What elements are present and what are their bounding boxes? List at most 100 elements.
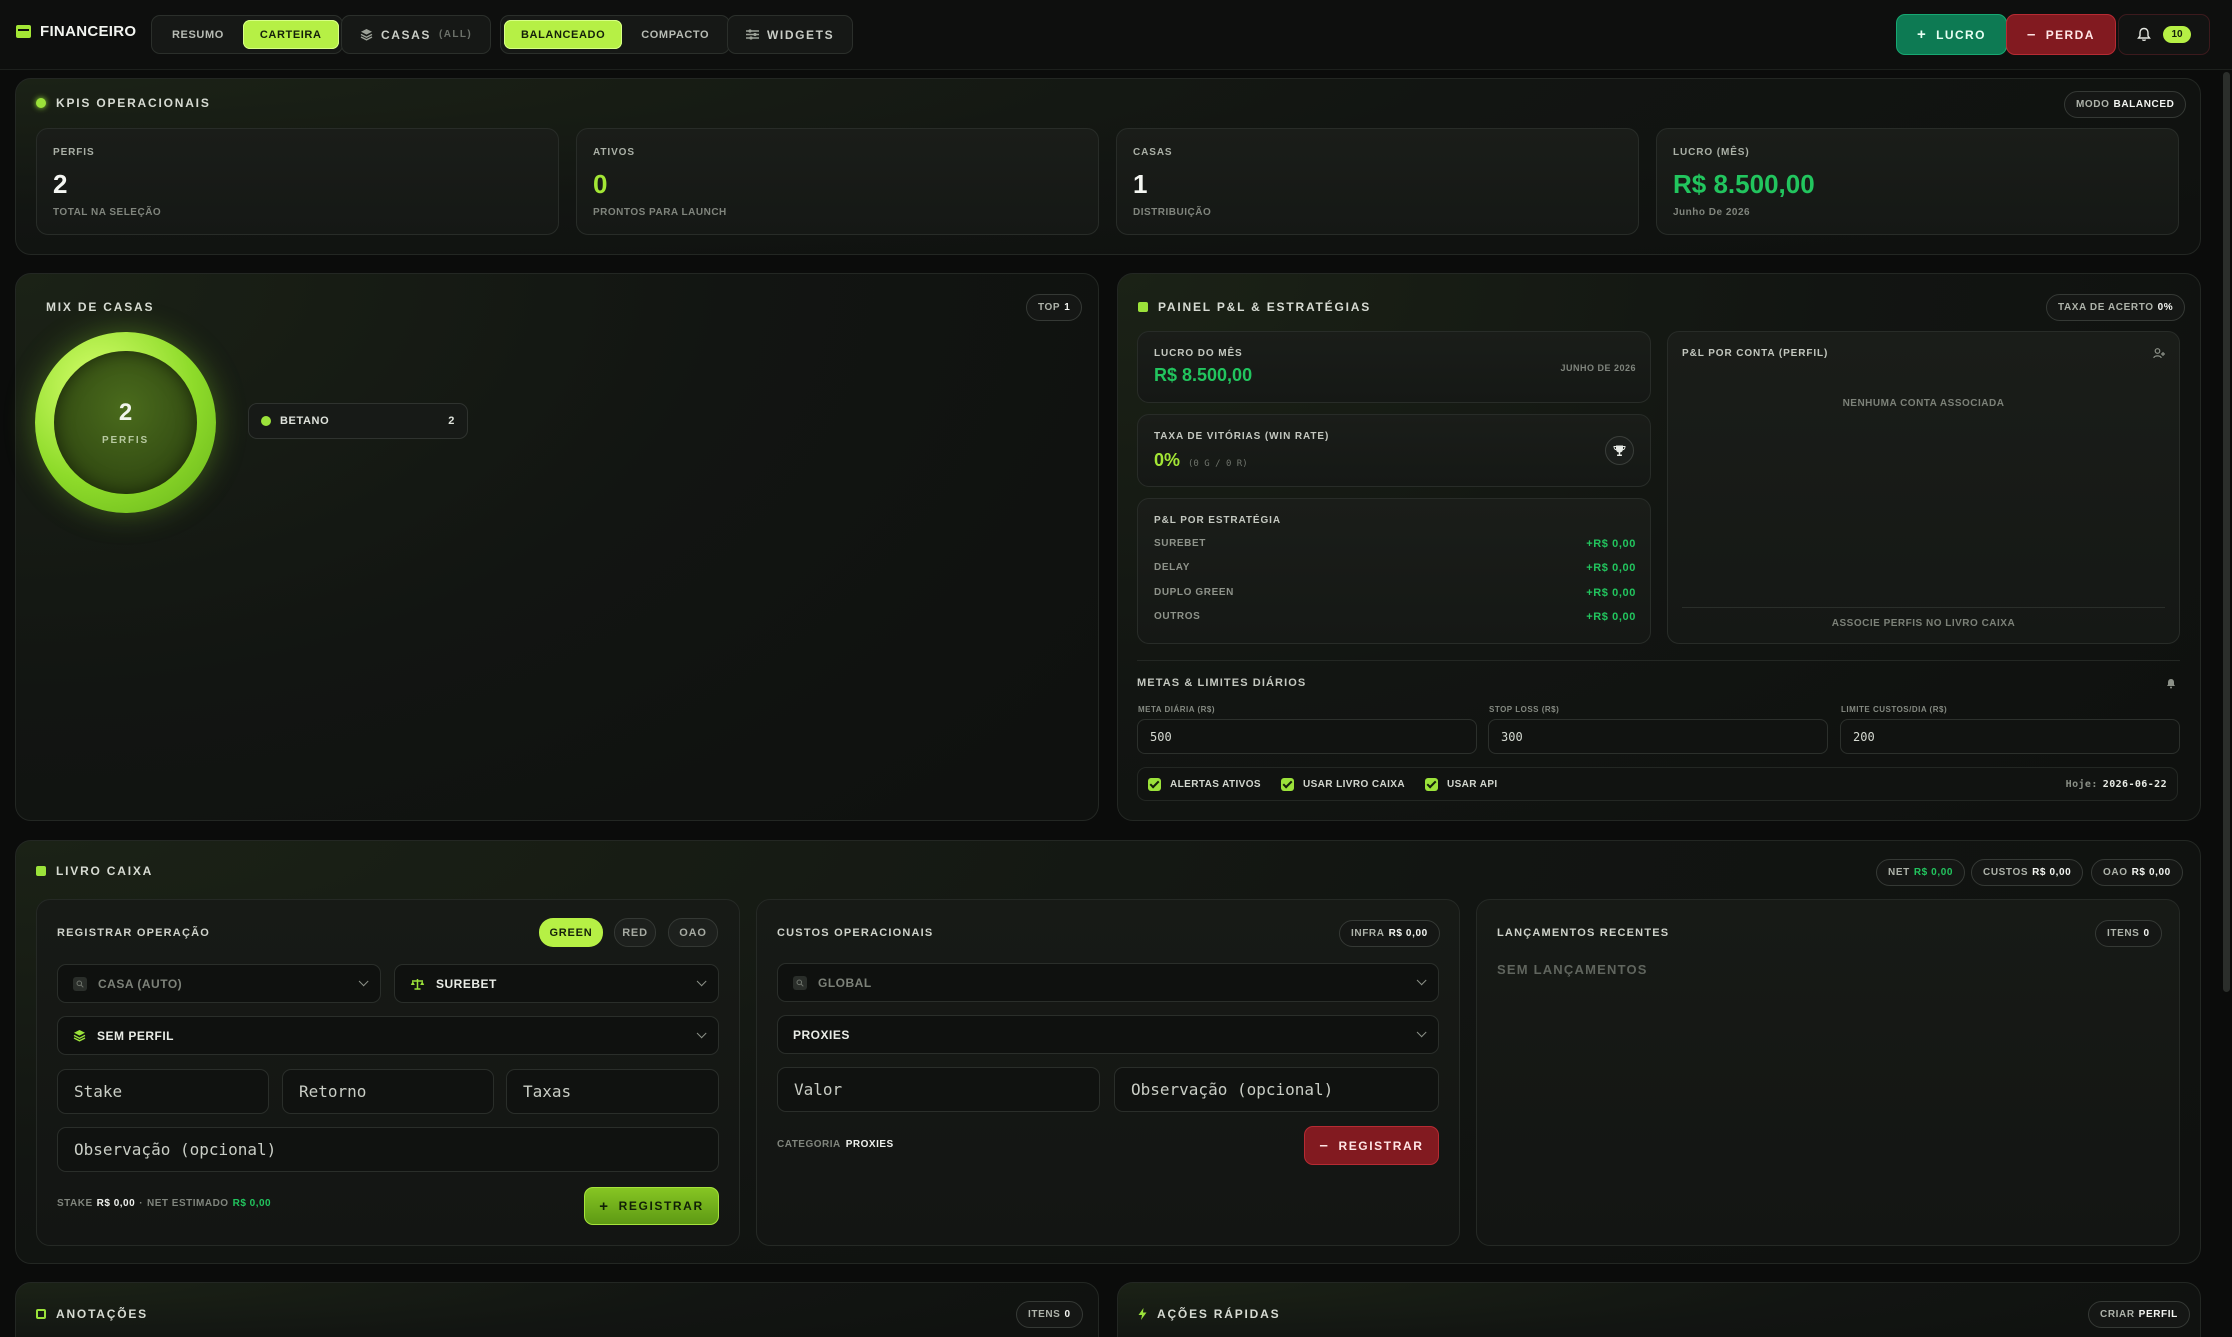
tab-compacto[interactable]: COMPACTO xyxy=(624,20,726,49)
kpi-card-casas: CASAS 1 DISTRIBUIÇÃO xyxy=(1116,128,1639,235)
strategy-row: SUREBET +R$ 0,00 xyxy=(1154,538,1636,552)
chevron-down-icon xyxy=(358,976,369,987)
casas-filter-button[interactable]: CASAS (ALL) xyxy=(341,15,492,54)
fees-input[interactable]: Taxas xyxy=(506,1069,719,1114)
plus-icon: + xyxy=(1917,26,1928,43)
recent-title: LANÇAMENTOS RECENTES xyxy=(1497,927,1670,939)
top-label: TOP xyxy=(1038,302,1061,313)
casas-label: CASAS xyxy=(381,27,432,42)
casa-select-value: CASA (AUTO) xyxy=(98,976,183,991)
strategy-row: DUPLO GREEN +R$ 0,00 xyxy=(1154,587,1636,601)
alerts-checkbox[interactable]: ALERTAS ATIVOS xyxy=(1148,777,1261,791)
strategy-select[interactable]: SUREBET xyxy=(394,964,719,1003)
lightning-icon xyxy=(1138,1308,1147,1320)
operation-notes-input[interactable]: Observação (opcional) xyxy=(57,1127,719,1172)
toggle-red[interactable]: RED xyxy=(614,918,656,947)
chevron-down-icon xyxy=(1416,1027,1427,1038)
recent-items-badge: ITENS 0 xyxy=(2095,920,2162,947)
hit-rate-badge: TAXA DE ACERTO 0% xyxy=(2046,294,2186,321)
tab-carteira[interactable]: CARTEIRA xyxy=(242,20,339,49)
top-bar: FINANCEIRO RESUMO CARTEIRA CASAS (ALL) B… xyxy=(0,0,2232,70)
cost-category-info: CATEGORIA PROXIES xyxy=(777,1139,894,1150)
notifications-button[interactable]: 10 xyxy=(2118,14,2210,55)
stake-input[interactable]: Stake xyxy=(57,1069,269,1114)
daily-goal-input[interactable]: 500 xyxy=(1137,719,1477,754)
win-rate-label: TAXA DE VITÓRIAS (WIN RATE) xyxy=(1154,431,1330,442)
kpi-value: 2 xyxy=(53,169,68,199)
bell-icon[interactable] xyxy=(2166,678,2176,689)
today-label: Hoje: xyxy=(2065,778,2098,790)
win-rate-value: 0% xyxy=(1154,450,1181,470)
add-profit-button[interactable]: + LUCRO xyxy=(1896,14,2007,55)
profile-select-value: SEM PERFIL xyxy=(97,1028,175,1043)
add-loss-button[interactable]: – PERDA xyxy=(2006,14,2116,55)
note-icon xyxy=(36,1309,46,1319)
user-add-icon[interactable] xyxy=(2153,348,2165,359)
book-icon xyxy=(36,866,46,876)
register-cost-button[interactable]: – REGISTRAR xyxy=(1304,1126,1439,1165)
kpi-sub: Junho De 2026 xyxy=(1673,207,1751,218)
account-pnl-card: P&L POR CONTA (PERFIL) NENHUMA CONTA ASS… xyxy=(1667,331,2180,644)
win-rate-card: TAXA DE VITÓRIAS (WIN RATE) 0% (0 G / 0 … xyxy=(1137,414,1651,487)
brand-title: FINANCEIRO xyxy=(40,23,137,40)
goals-title: METAS & LIMITES DIÁRIOS xyxy=(1137,677,1307,689)
legend-dot-icon xyxy=(261,416,271,426)
create-profile-button[interactable]: CRIAR PERFIL xyxy=(2088,1301,2190,1328)
notes-title: ANOTAÇÕES xyxy=(36,1307,148,1321)
layers-icon xyxy=(360,29,373,41)
page-scrollbar[interactable] xyxy=(2223,72,2230,992)
casa-select[interactable]: CASA (AUTO) xyxy=(57,964,381,1003)
stop-loss-input[interactable]: 300 xyxy=(1488,719,1828,754)
hit-rate-label: TAXA DE ACERTO xyxy=(2058,302,2154,313)
pnl-title: PAINEL P&L & ESTRATÉGIAS xyxy=(1138,300,1371,314)
check-icon xyxy=(1424,777,1438,791)
status-dot-icon xyxy=(36,98,46,108)
costs-value: R$ 0,00 xyxy=(2032,867,2072,878)
legend-item[interactable]: BETANO 2 xyxy=(248,403,468,439)
account-pnl-label: P&L POR CONTA (PERFIL) xyxy=(1682,348,1829,359)
view-switch: RESUMO CARTEIRA xyxy=(151,15,343,54)
account-pnl-hint: ASSOCIE PERFIS NO LIVRO CAIXA xyxy=(1831,618,2016,629)
return-input[interactable]: Retorno xyxy=(282,1069,494,1114)
profile-select[interactable]: SEM PERFIL xyxy=(57,1016,719,1055)
summary-stake-value: R$ 0,00 xyxy=(96,1198,136,1209)
kpis-title: KPIS OPERACIONAIS xyxy=(36,96,211,110)
toggle-green[interactable]: GREEN xyxy=(539,918,603,947)
chevron-down-icon xyxy=(696,976,707,987)
cost-scope-select[interactable]: GLOBAL xyxy=(777,963,1439,1002)
cost-category-select[interactable]: PROXIES xyxy=(777,1015,1439,1054)
register-summary: STAKE R$ 0,00 · NET ESTIMADO R$ 0,00 xyxy=(57,1198,271,1209)
recent-entries-card: LANÇAMENTOS RECENTES ITENS 0 SEM LANÇAME… xyxy=(1476,899,2180,1246)
register-operation-button[interactable]: + REGISTRAR xyxy=(584,1187,719,1225)
cost-scope-value: GLOBAL xyxy=(818,975,872,990)
pnl-title-text: PAINEL P&L & ESTRATÉGIAS xyxy=(1158,300,1371,314)
kpi-label: PERFIS xyxy=(53,147,95,158)
cost-value-input[interactable]: Valor xyxy=(777,1067,1100,1112)
ledger-title: LIVRO CAIXA xyxy=(36,864,153,878)
stop-loss-label: STOP LOSS (R$) xyxy=(1489,705,1560,714)
cost-notes-input[interactable]: Observação (opcional) xyxy=(1114,1067,1439,1112)
wallet-icon xyxy=(16,25,31,38)
ledger-title-text: LIVRO CAIXA xyxy=(56,864,154,878)
month-profit-label: LUCRO DO MÊS xyxy=(1154,348,1243,359)
casas-filter-value: (ALL) xyxy=(439,29,473,40)
tab-resumo[interactable]: RESUMO xyxy=(155,20,241,49)
toggle-oao[interactable]: OAO xyxy=(668,918,718,947)
density-switch: BALANCEADO COMPACTO xyxy=(500,15,731,54)
brand: FINANCEIRO xyxy=(16,23,136,40)
register-button-label: REGISTRAR xyxy=(618,1199,704,1213)
checkbox-label: USAR API xyxy=(1446,778,1498,790)
cost-limit-input[interactable]: 200 xyxy=(1840,719,2180,754)
costs-label: CUSTOS xyxy=(1983,867,2029,878)
cost-category-value: PROXIES xyxy=(793,1027,850,1042)
infra-badge: INFRA R$ 0,00 xyxy=(1339,920,1440,947)
widgets-button[interactable]: WIDGETS xyxy=(727,15,854,54)
use-api-checkbox[interactable]: USAR API xyxy=(1424,777,1498,791)
use-ledger-checkbox[interactable]: USAR LIVRO CAIXA xyxy=(1280,777,1405,791)
top-badge: TOP 1 xyxy=(1026,294,1083,321)
mode-value: BALANCED xyxy=(2113,99,2175,110)
cost-limit-label: LIMITE CUSTOS/DIA (R$) xyxy=(1841,705,1948,714)
tab-balanceado[interactable]: BALANCEADO xyxy=(504,20,623,49)
minus-icon: – xyxy=(1319,1137,1330,1154)
net-label: NET xyxy=(1888,867,1910,878)
